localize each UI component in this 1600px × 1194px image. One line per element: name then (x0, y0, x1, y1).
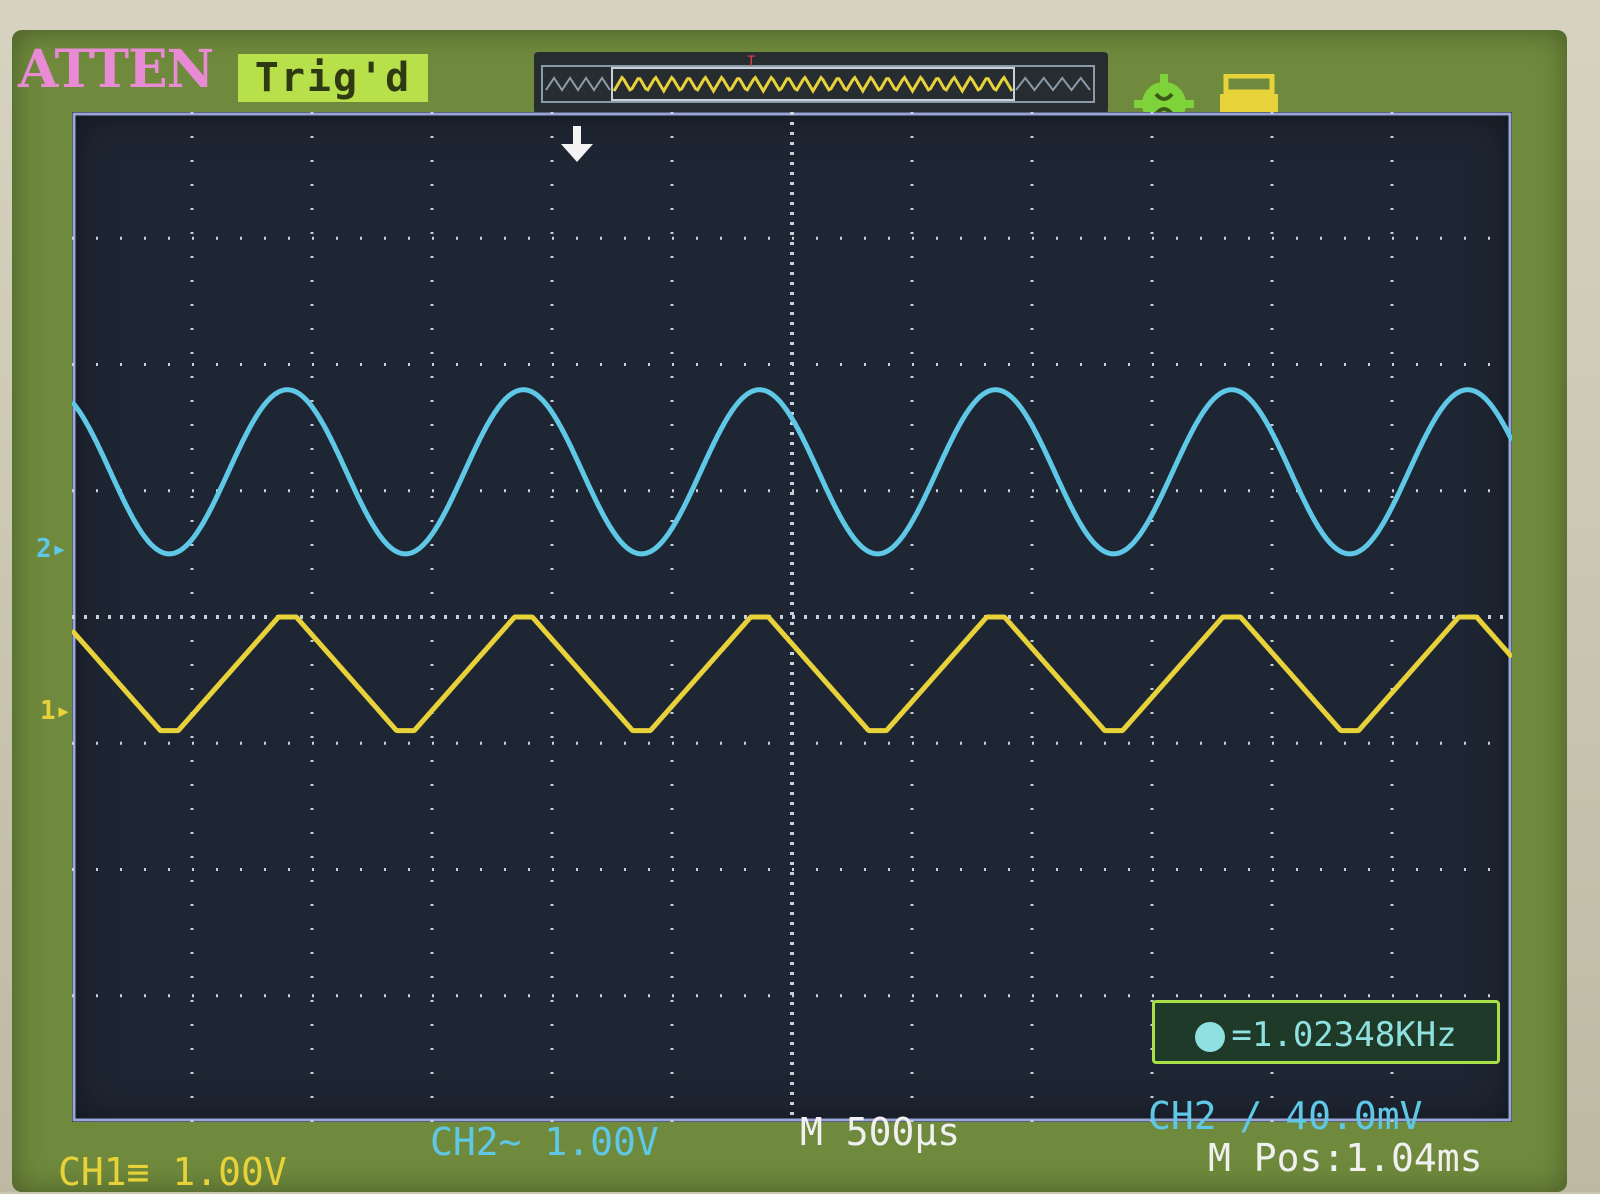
waveform-plot (72, 112, 1512, 1122)
ch2-scale: CH2∼ 1.00V (430, 1120, 659, 1164)
frequency-readout: =1.02348KHz (1152, 1000, 1500, 1064)
m-pos: M Pos:1.04ms (1208, 1136, 1483, 1180)
waveform-display (72, 112, 1512, 1122)
brand-logo: ATTEN (18, 39, 214, 100)
overview-window (611, 67, 1015, 101)
ch2-marker: 2▸ (36, 534, 68, 564)
overview-waveform-right (1015, 76, 1091, 92)
timebase: M 500μs (800, 1110, 961, 1154)
ch1-marker: 1▸ (40, 696, 72, 726)
trigger-level: CH2 ∕ 40.0mV (1148, 1094, 1423, 1138)
ch2-marker-arrow-icon: ▸ (51, 534, 68, 564)
overview-svg: T (541, 54, 1095, 103)
overview-waveform-left (545, 76, 611, 92)
waveform-overview: T (534, 52, 1108, 114)
trigger-status-badge: Trig'd (238, 54, 428, 102)
trigger-arrow-icon (559, 126, 595, 164)
waveform-ch2 (72, 387, 1512, 557)
frequency-icon (1195, 1021, 1226, 1052)
overview-waveform (612, 75, 1014, 95)
overview-trigger-marker: T (747, 54, 756, 70)
ch1-scale: CH1≡ 1.00V (58, 1150, 287, 1194)
ch1-marker-arrow-icon: ▸ (55, 696, 72, 726)
